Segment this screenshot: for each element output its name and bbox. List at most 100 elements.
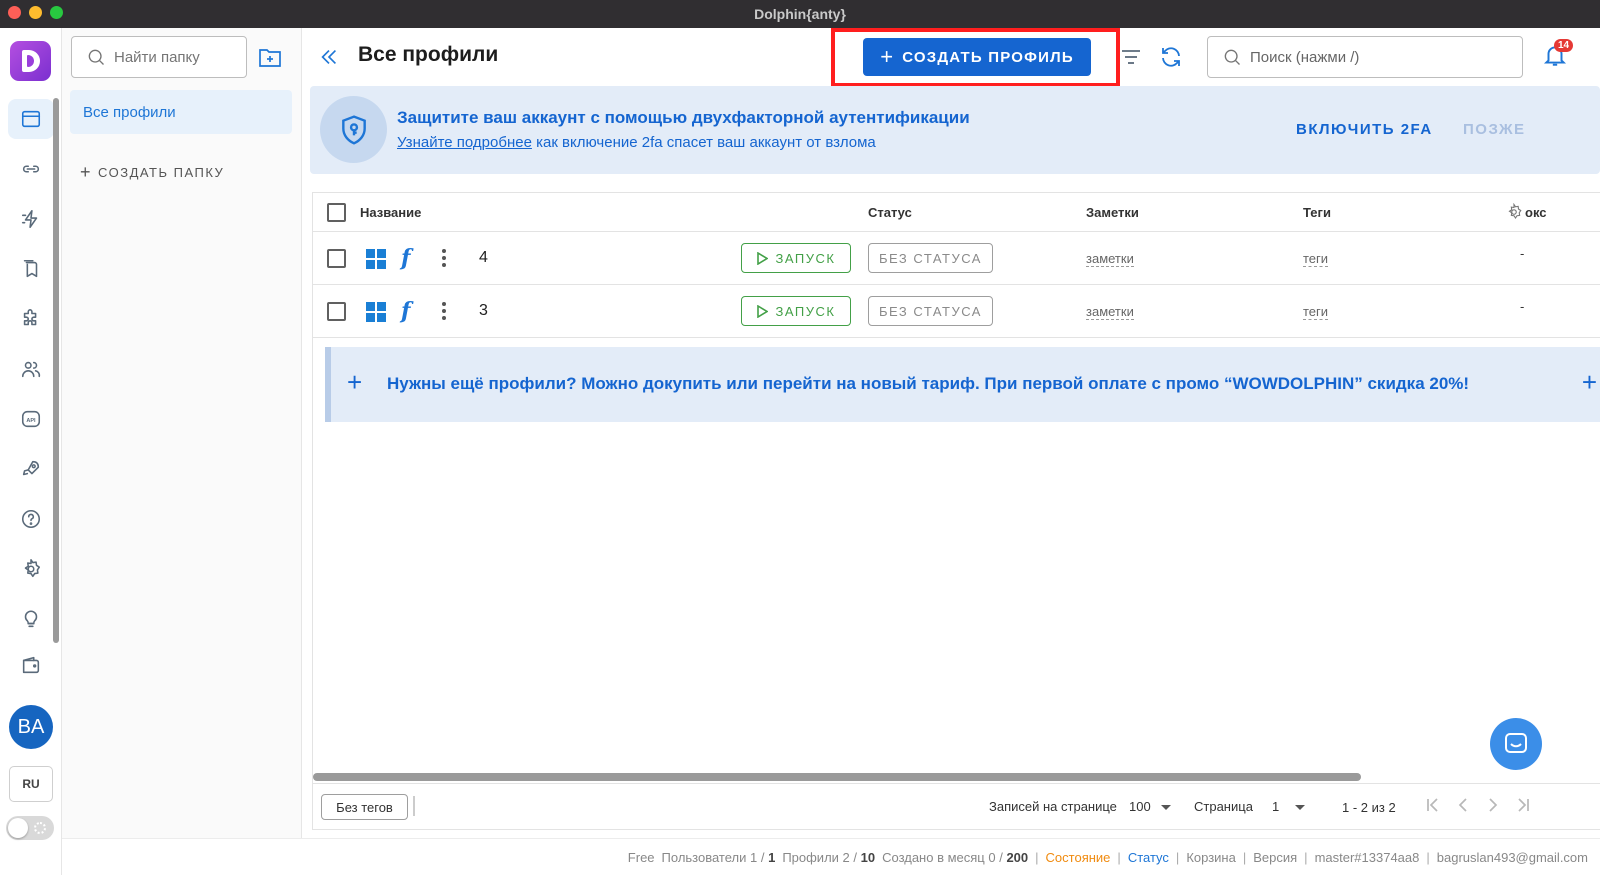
rail-scrollbar[interactable] — [53, 98, 59, 643]
column-tags[interactable]: Теги — [1303, 205, 1331, 220]
toggle-knob — [8, 818, 28, 838]
help-icon[interactable] — [8, 499, 54, 539]
prev-page-icon[interactable] — [1455, 796, 1471, 814]
run-profile-button[interactable]: ЗАПУСК — [741, 296, 851, 326]
column-proxy[interactable]: окс — [1525, 205, 1547, 220]
later-button[interactable]: ПОЗЖЕ — [1463, 121, 1526, 138]
state-link[interactable]: Состояние — [1046, 850, 1111, 865]
run-profile-button[interactable]: ЗАПУСК — [741, 243, 851, 273]
extensions-icon[interactable] — [8, 299, 54, 339]
folder-search-input[interactable]: Найти папку — [71, 36, 247, 78]
table-header: Название Статус Заметки Теги окс — [313, 193, 1600, 232]
api-icon[interactable]: API — [8, 399, 54, 439]
enable-2fa-button[interactable]: ВКЛЮЧИТЬ 2FA — [1296, 121, 1433, 138]
per-page-select[interactable]: 100 — [1129, 799, 1171, 814]
status-badge[interactable]: БЕЗ СТАТУСА — [868, 243, 993, 273]
more-menu-icon[interactable] — [442, 249, 446, 267]
automation-icon[interactable] — [8, 199, 54, 239]
avatar[interactable]: BA — [9, 705, 53, 749]
banner-title: Защитите ваш аккаунт с помощью двухфакто… — [397, 108, 970, 127]
profile-search-input[interactable]: Поиск (нажми /) — [1207, 36, 1523, 78]
windows-icon — [366, 249, 386, 269]
team-icon[interactable] — [8, 349, 54, 389]
table-row[interactable]: f 4 ЗАПУСК БЕЗ СТАТУСА заметки теги - — [313, 232, 1600, 285]
refresh-icon[interactable] — [1159, 45, 1183, 69]
profiles-table: Название Статус Заметки Теги окс f 4 ЗАП… — [312, 192, 1600, 830]
last-page-icon[interactable] — [1515, 796, 1531, 814]
filter-icon[interactable] — [1120, 48, 1142, 66]
separator: | — [1242, 850, 1247, 865]
run-label: ЗАПУСК — [775, 250, 836, 266]
plus-icon: + — [80, 162, 93, 182]
create-profile-button[interactable]: + СОЗДАТЬ ПРОФИЛЬ — [863, 38, 1091, 76]
next-page-icon[interactable] — [1485, 796, 1501, 814]
play-icon — [756, 304, 768, 318]
add-folder-icon[interactable] — [258, 46, 282, 68]
window-controls — [8, 6, 63, 19]
facebook-icon: f — [401, 298, 411, 324]
banner-subtitle-text: как включение 2fa спасет ваш аккаунт от … — [536, 134, 876, 151]
gear-icon[interactable] — [1505, 203, 1523, 221]
profile-name[interactable]: 3 — [479, 302, 488, 320]
learn-more-link[interactable]: Узнайте подробнее — [397, 134, 532, 151]
link-icon[interactable] — [8, 149, 54, 189]
column-name[interactable]: Название — [360, 205, 421, 220]
user-email: bagruslan493@gmail.com — [1436, 850, 1588, 865]
created-count: Создано в месяц 0 / 200 — [882, 850, 1029, 865]
svg-text:API: API — [26, 418, 36, 424]
page-select[interactable]: 1 — [1272, 799, 1306, 814]
search-icon — [1224, 49, 1240, 65]
column-settings[interactable]: окс — [1505, 203, 1547, 221]
version-label[interactable]: Версия — [1253, 850, 1297, 865]
plus-icon[interactable]: + — [1582, 367, 1597, 398]
separator: | — [1175, 850, 1180, 865]
language-switch[interactable]: RU — [9, 766, 53, 802]
maximize-window-button[interactable] — [50, 6, 63, 19]
bookmarks-icon[interactable] — [8, 249, 54, 289]
windows-icon — [366, 302, 386, 322]
plus-icon[interactable]: + — [347, 367, 362, 398]
more-menu-icon[interactable] — [442, 302, 446, 320]
tags-field[interactable]: теги — [1303, 304, 1329, 320]
select-all-checkbox[interactable] — [327, 203, 346, 222]
notification-count-badge: 14 — [1554, 39, 1574, 52]
profile-name[interactable]: 4 — [479, 249, 488, 267]
users-count: Пользователи 1 / 1 — [661, 850, 776, 865]
settings-icon[interactable] — [8, 549, 54, 589]
row-checkbox[interactable] — [327, 302, 346, 321]
create-folder-label: СОЗДАТЬ ПАПКУ — [98, 165, 225, 180]
chat-icon[interactable] — [1490, 718, 1542, 770]
column-notes[interactable]: Заметки — [1086, 205, 1139, 220]
row-checkbox[interactable] — [327, 249, 346, 268]
notes-field[interactable]: заметки — [1086, 251, 1134, 267]
window-title: Dolphin{anty} — [754, 6, 846, 22]
notifications-bell-icon[interactable]: 14 — [1542, 39, 1574, 72]
status-badge[interactable]: БЕЗ СТАТУСА — [868, 296, 993, 326]
tags-field[interactable]: теги — [1303, 251, 1329, 267]
table-row[interactable]: f 3 ЗАПУСК БЕЗ СТАТУСА заметки теги - — [313, 285, 1600, 338]
wallet-icon[interactable] — [8, 645, 54, 685]
theme-toggle[interactable] — [6, 816, 54, 840]
notes-field[interactable]: заметки — [1086, 304, 1134, 320]
column-status[interactable]: Статус — [868, 205, 912, 220]
collapse-icon[interactable] — [318, 46, 340, 68]
status-link[interactable]: Статус — [1128, 850, 1169, 865]
promo-text: Нужны ещё профили? Можно докупить или пе… — [387, 374, 1470, 393]
first-page-icon[interactable] — [1425, 796, 1441, 814]
browser-profiles-icon[interactable] — [8, 99, 54, 139]
trash-link[interactable]: Корзина — [1186, 850, 1236, 865]
upgrade-promo-row[interactable]: + Нужны ещё профили? Можно докупить или … — [325, 347, 1600, 422]
folder-item-all-profiles[interactable]: Все профили — [70, 90, 292, 134]
proxy-cell: - — [1520, 299, 1525, 314]
minimize-window-button[interactable] — [29, 6, 42, 19]
bulb-icon[interactable] — [8, 599, 54, 639]
app-logo[interactable] — [10, 41, 51, 81]
horizontal-scrollbar[interactable] — [313, 773, 1361, 781]
rocket-icon[interactable] — [8, 449, 54, 489]
no-tags-button[interactable]: Без тегов — [321, 794, 408, 820]
proxy-cell: - — [1520, 246, 1525, 261]
close-window-button[interactable] — [8, 6, 21, 19]
separator: | — [1304, 850, 1308, 865]
facebook-icon: f — [401, 245, 411, 271]
create-folder-button[interactable]: + СОЗДАТЬ ПАПКУ — [80, 162, 224, 183]
